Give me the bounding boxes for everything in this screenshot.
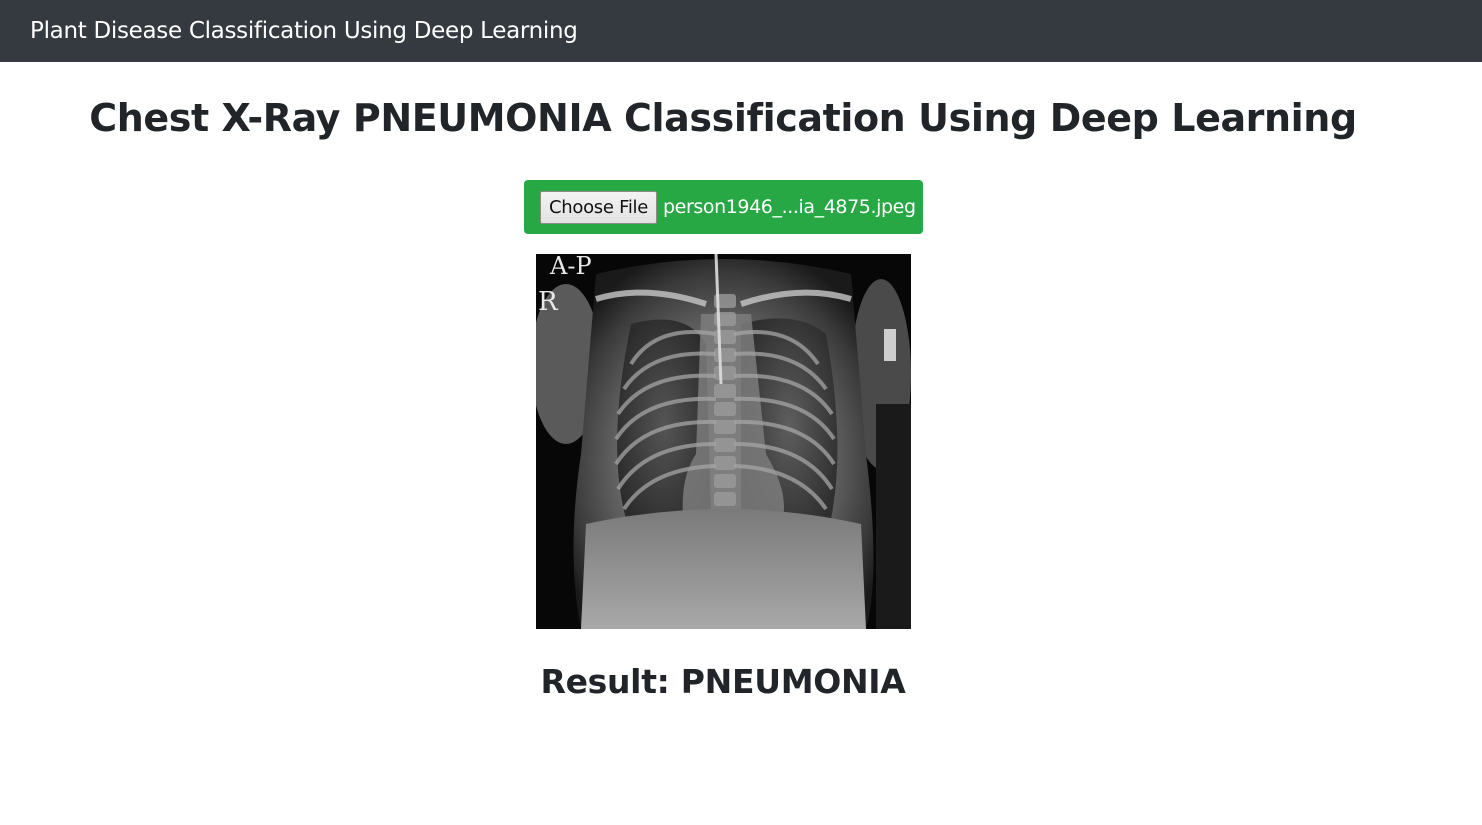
page-title: Chest X-Ray PNEUMONIA Classification Usi…	[89, 96, 1357, 140]
xray-marker-ap: A-P	[549, 254, 592, 280]
result-label: Result: PNEUMONIA	[540, 662, 906, 701]
xray-image: A-P R	[536, 254, 911, 629]
file-upload-button[interactable]: Choose File person1946_...ia_4875.jpeg	[524, 180, 923, 234]
selected-file-name: person1946_...ia_4875.jpeg	[663, 196, 916, 218]
choose-file-button[interactable]: Choose File	[540, 190, 657, 224]
navbar: Plant Disease Classification Using Deep …	[0, 0, 1482, 62]
navbar-brand[interactable]: Plant Disease Classification Using Deep …	[30, 18, 578, 44]
xray-illustration: A-P R	[536, 254, 911, 629]
xray-marker-r: R	[538, 287, 559, 317]
